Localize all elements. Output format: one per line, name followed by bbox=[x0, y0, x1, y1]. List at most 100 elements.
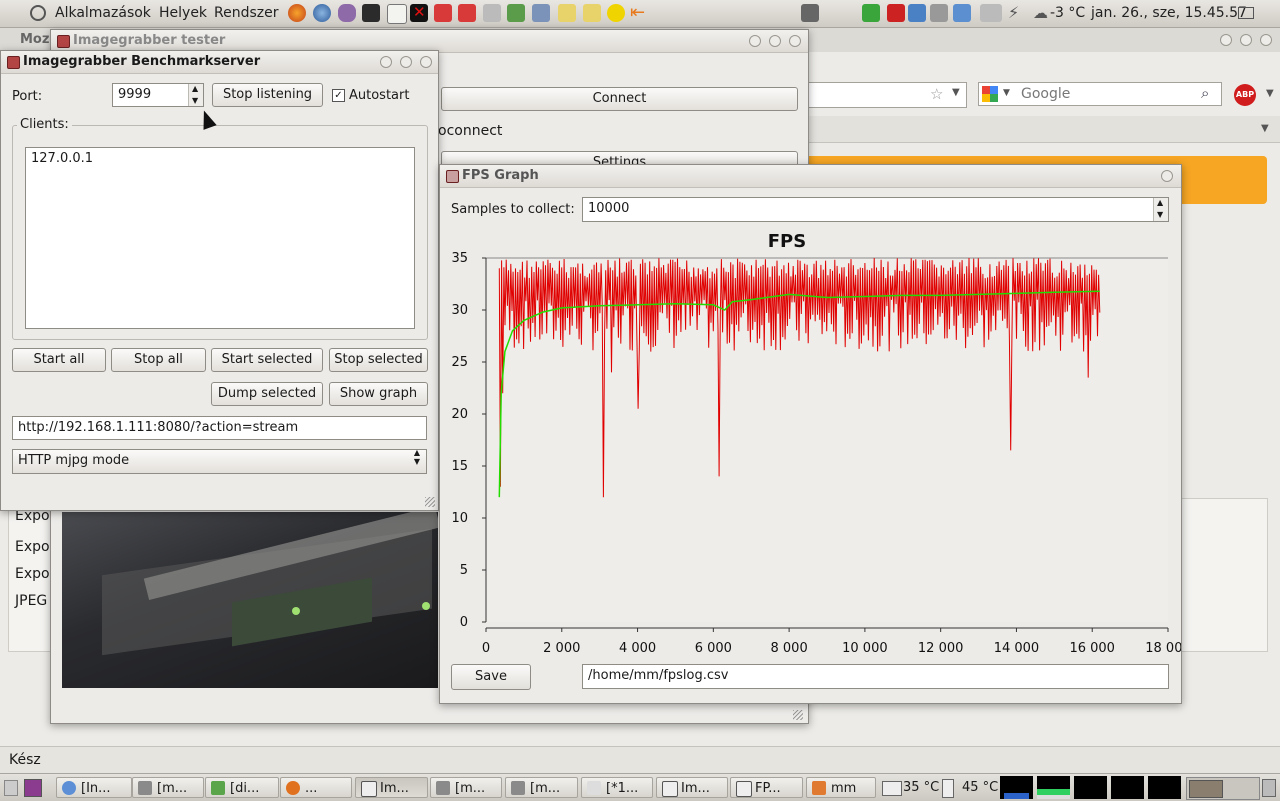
list-item-expo-3[interactable]: Expo bbox=[15, 566, 50, 582]
battery-tray-icon[interactable] bbox=[980, 4, 1002, 22]
terminal-launcher-icon[interactable] bbox=[362, 4, 380, 22]
ubuntu-logo-icon[interactable] bbox=[30, 5, 46, 21]
browser-close-button[interactable] bbox=[1260, 34, 1272, 46]
browser-maximize-button[interactable] bbox=[1240, 34, 1252, 46]
dump-selected-button[interactable]: Dump selected bbox=[211, 382, 323, 406]
browser-tab-title[interactable]: Moz bbox=[20, 32, 49, 47]
autostart-checkbox[interactable]: ✓ bbox=[332, 89, 345, 102]
memory-monitor-graph[interactable] bbox=[1037, 776, 1070, 799]
device-tray-icon[interactable] bbox=[801, 4, 819, 22]
tester-resize-grip-icon[interactable] bbox=[793, 710, 803, 720]
network-tray-icon[interactable]: ⚡ bbox=[1008, 4, 1026, 22]
show-graph-button[interactable]: Show graph bbox=[329, 382, 428, 406]
workspace-pager[interactable] bbox=[1186, 777, 1260, 800]
network-launcher-icon[interactable] bbox=[507, 4, 525, 22]
urlbar-dropdown-icon[interactable]: ▼ bbox=[952, 87, 960, 98]
trash-icon[interactable] bbox=[1262, 779, 1276, 797]
task-item-2[interactable]: [m... bbox=[132, 777, 204, 798]
mode-select-arrows-icon[interactable]: ▲ ▼ bbox=[414, 448, 420, 466]
task-item-8[interactable]: [*1... bbox=[581, 777, 653, 798]
clients-list[interactable]: 127.0.0.1 bbox=[25, 147, 415, 329]
net-monitor-graph[interactable] bbox=[1074, 776, 1107, 799]
task-item-9[interactable]: Im... bbox=[656, 777, 728, 798]
stream-url-input[interactable]: http://192.168.1.111:8080/?action=stream bbox=[12, 416, 427, 440]
stop-all-button[interactable]: Stop all bbox=[111, 348, 206, 372]
benchmark-minimize-button[interactable] bbox=[380, 56, 392, 68]
samples-spinbox[interactable]: 10000 ▲ ▼ bbox=[582, 197, 1169, 222]
calculator-launcher-icon[interactable] bbox=[483, 4, 501, 22]
spin-down-icon[interactable]: ▼ bbox=[192, 90, 198, 112]
display-tray-icon[interactable] bbox=[953, 4, 971, 22]
benchmark-titlebar[interactable]: Imagegrabber Benchmarkserver bbox=[1, 51, 438, 74]
csv-path-input[interactable]: /home/mm/fpslog.csv bbox=[582, 664, 1169, 689]
autoconnect-label[interactable]: oconnect bbox=[438, 123, 502, 139]
check-tray-icon[interactable] bbox=[862, 4, 880, 22]
network2-launcher-icon[interactable] bbox=[532, 4, 550, 22]
folder-launcher-icon[interactable] bbox=[558, 4, 576, 22]
task-item-4[interactable]: ... bbox=[280, 777, 352, 798]
abp-icon[interactable]: ABP bbox=[1234, 84, 1256, 106]
dropbox-tray-icon[interactable] bbox=[908, 4, 926, 22]
xkill-launcher-icon[interactable]: ✕ bbox=[410, 3, 428, 22]
benchmark-resize-grip-icon[interactable] bbox=[425, 497, 435, 507]
tester-minimize-button[interactable] bbox=[749, 35, 761, 47]
search-box[interactable]: ▼ Google ⌕ bbox=[978, 82, 1222, 106]
list-item-expo-2[interactable]: Expo bbox=[15, 539, 50, 555]
autostart-label[interactable]: Autostart bbox=[349, 88, 409, 103]
weather-temp[interactable]: -3 °C bbox=[1050, 5, 1085, 21]
task-item-3[interactable]: [di... bbox=[205, 777, 279, 798]
thunderbird-launcher-icon[interactable] bbox=[313, 4, 331, 22]
arrow-launcher-icon[interactable]: ⇤ bbox=[630, 4, 648, 22]
printer-tray-icon[interactable] bbox=[930, 4, 948, 22]
mode-select[interactable]: HTTP mjpg mode ▲ ▼ bbox=[12, 448, 427, 474]
record-tray-icon[interactable] bbox=[887, 4, 905, 22]
cpu-temp[interactable]: 35 °C bbox=[903, 780, 939, 795]
tester-maximize-button[interactable] bbox=[769, 35, 781, 47]
menu-places[interactable]: Helyek bbox=[159, 5, 207, 21]
mail-indicator-icon[interactable] bbox=[1238, 7, 1254, 19]
menu-system[interactable]: Rendszer bbox=[214, 5, 278, 21]
browser-minimize-button[interactable] bbox=[1220, 34, 1232, 46]
benchmark-close-button[interactable] bbox=[420, 56, 432, 68]
menu-applications[interactable]: Alkalmazások bbox=[55, 5, 151, 21]
stop-selected-button[interactable]: Stop selected bbox=[329, 348, 428, 372]
tester-close-button[interactable] bbox=[789, 35, 801, 47]
fps-close-button[interactable] bbox=[1161, 170, 1173, 182]
samples-spin-down-icon[interactable]: ▼ bbox=[1157, 204, 1163, 226]
browser-urlbar[interactable]: ☆ ▼ bbox=[808, 82, 967, 108]
google-icon[interactable] bbox=[982, 86, 998, 102]
list-item-jpeg[interactable]: JPEG bbox=[15, 593, 47, 609]
show-desktop-icon[interactable] bbox=[4, 780, 18, 796]
benchmark-maximize-button[interactable] bbox=[400, 56, 412, 68]
pidgin-launcher-icon[interactable] bbox=[338, 4, 356, 22]
task-item-7[interactable]: [m... bbox=[505, 777, 578, 798]
start-all-button[interactable]: Start all bbox=[12, 348, 106, 372]
port-spin-buttons[interactable]: ▲ ▼ bbox=[188, 84, 203, 106]
stop-listening-button[interactable]: Stop listening bbox=[212, 83, 323, 107]
browser-menu-arrow-icon[interactable]: ▼ bbox=[1266, 88, 1274, 99]
fps-titlebar[interactable]: FPS Graph bbox=[440, 165, 1181, 188]
search-magnifier-icon[interactable]: ⌕ bbox=[1201, 84, 1209, 102]
sun-launcher-icon[interactable] bbox=[607, 4, 625, 22]
search-engine-dropdown-icon[interactable]: ▼ bbox=[1003, 88, 1010, 98]
task-item-11[interactable]: mm bbox=[806, 777, 876, 798]
hdd-temp[interactable]: 45 °C bbox=[962, 780, 998, 795]
samples-spin-buttons[interactable]: ▲ ▼ bbox=[1153, 198, 1168, 221]
editor-launcher-icon[interactable] bbox=[387, 4, 407, 24]
cpu-monitor-graph[interactable] bbox=[1000, 776, 1033, 799]
tool-red2-icon[interactable] bbox=[458, 4, 476, 22]
firefox-launcher-icon[interactable] bbox=[288, 4, 306, 22]
task-item-1[interactable]: [In... bbox=[56, 777, 132, 798]
folder2-launcher-icon[interactable] bbox=[583, 4, 601, 22]
load-monitor-graph[interactable] bbox=[1148, 776, 1181, 799]
task-item-5[interactable]: Im... bbox=[355, 777, 428, 798]
swap-monitor-graph[interactable] bbox=[1111, 776, 1144, 799]
port-spinbox[interactable]: 9999 ▲ ▼ bbox=[112, 83, 204, 107]
start-selected-button[interactable]: Start selected bbox=[211, 348, 323, 372]
bookmarks-chevron-icon[interactable]: ▼ bbox=[1261, 123, 1269, 134]
bookmark-star-icon[interactable]: ☆ bbox=[930, 85, 943, 103]
connect-button[interactable]: Connect bbox=[441, 87, 798, 111]
save-button[interactable]: Save bbox=[451, 664, 531, 690]
task-item-6[interactable]: [m... bbox=[430, 777, 502, 798]
client-item[interactable]: 127.0.0.1 bbox=[31, 151, 93, 166]
